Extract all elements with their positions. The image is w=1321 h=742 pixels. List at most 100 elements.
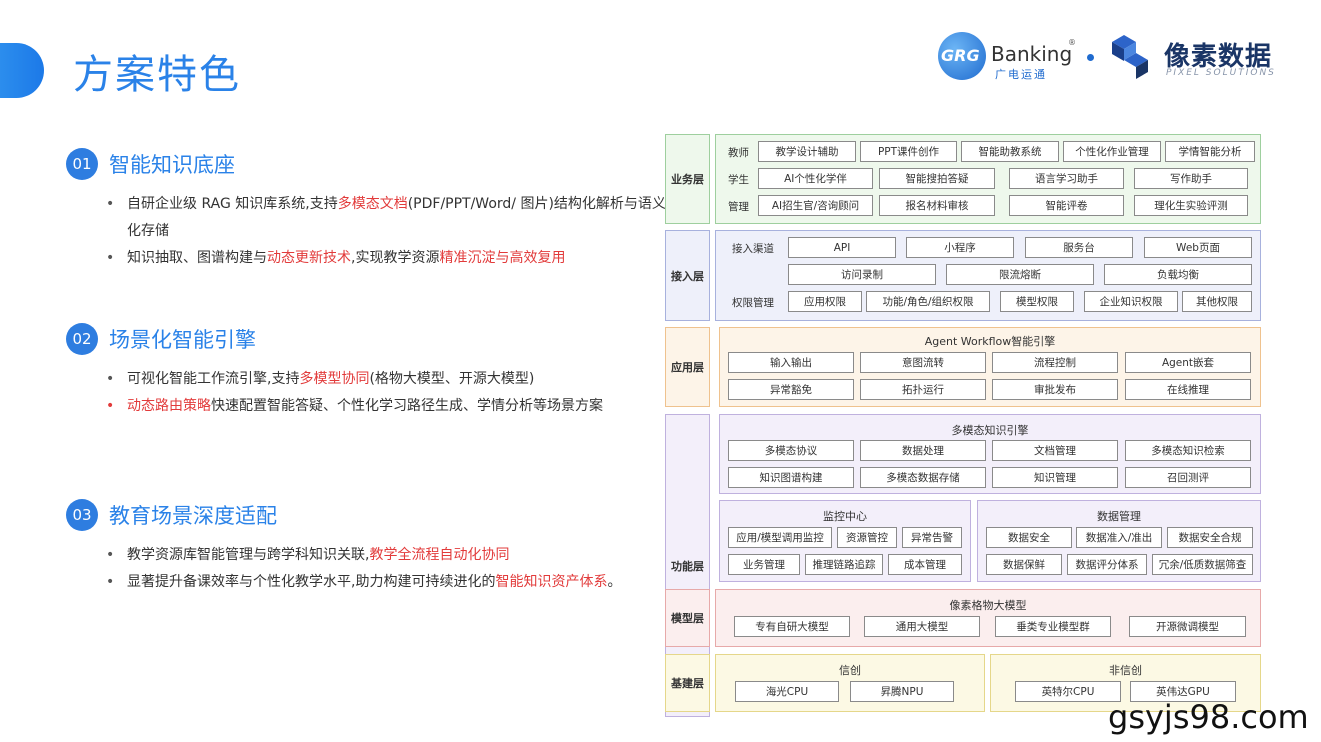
xinchuang-title: 信创 (839, 664, 861, 677)
access-chip: 服务台 (1025, 237, 1133, 258)
permission-chip: 企业知识权限 (1084, 291, 1178, 312)
layer-application: Agent Workflow智能引擎 输入输出 意图流转 流程控制 Agent嵌… (719, 327, 1261, 407)
business-chip: 理化生实验评测 (1134, 195, 1248, 216)
feature-section-02: 02 场景化智能引擎 可视化智能工作流引擎,支持多模型协同(格物大模型、开源大模… (66, 322, 666, 420)
bullet-text: 可视化智能工作流引擎,支持 (127, 371, 300, 387)
monitor-chip: 业务管理 (728, 554, 800, 575)
highlighted-text: 多模型协同 (299, 371, 370, 387)
monitor-chip: 资源管控 (837, 527, 897, 548)
access-chip: 限流熔断 (946, 264, 1094, 285)
function-chip: 多模态知识检索 (1125, 440, 1251, 461)
function-chip: 多模态数据存储 (860, 467, 986, 488)
access-chip: API (788, 237, 896, 258)
app-chip: 输入输出 (728, 352, 854, 373)
feature-bullet: 知识抽取、图谱构建与动态更新技术,实现教学资源精准沉淀与高效复用 (66, 245, 666, 272)
section-title: 场景化智能引擎 (109, 328, 256, 352)
data-chip: 数据安全 (986, 527, 1072, 548)
data-chip: 冗余/低质数据筛查 (1152, 554, 1253, 575)
section-number-badge: 03 (66, 499, 98, 531)
layer-label-model: 模型层 (665, 589, 710, 647)
function-chip: 文档管理 (992, 440, 1118, 461)
monitor-chip: 推理链路追踪 (805, 554, 883, 575)
feature-bullet: 动态路由策略快速配置智能答疑、个性化学习路径生成、学情分析等场景方案 (66, 393, 666, 420)
app-chip: 在线推理 (1125, 379, 1251, 400)
layer-label-access: 接入层 (665, 230, 710, 321)
layer-business: 教师 学生 管理 教学设计辅助 PPT课件创作 智能助教系统 个性化作业管理 学… (715, 134, 1261, 224)
app-chip: 意图流转 (860, 352, 986, 373)
section-number-badge: 02 (66, 323, 98, 355)
business-chip: 智能搜拍答疑 (879, 168, 995, 189)
data-management-title: 数据管理 (1097, 510, 1141, 523)
business-chip: PPT课件创作 (860, 141, 957, 162)
infra-chip: 昇腾NPU (850, 681, 954, 702)
infra-chip: 海光CPU (735, 681, 839, 702)
row-label-teacher: 教师 (728, 147, 749, 159)
monitor-chip: 成本管理 (888, 554, 962, 575)
bullet-text: ,实现教学资源 (351, 250, 440, 266)
model-chip: 开源微调模型 (1129, 616, 1246, 637)
access-chip: 访问录制 (788, 264, 936, 285)
app-chip: 拓扑运行 (860, 379, 986, 400)
layer-label-business: 业务层 (665, 134, 710, 224)
highlighted-text: 动态更新技术 (267, 250, 351, 266)
highlighted-text: 教学全流程自动化协同 (369, 547, 510, 563)
bullet-text: 。 (607, 574, 622, 590)
layer-access: 接入渠道 API 小程序 服务台 Web页面 访问录制 限流熔断 负载均衡 权限… (715, 230, 1261, 321)
model-layer-title: 像素格物大模型 (949, 599, 1027, 612)
function-chip: 数据处理 (860, 440, 986, 461)
feature-bullet: 可视化智能工作流引擎,支持多模型协同(格物大模型、开源大模型) (66, 366, 666, 393)
business-chip: 智能评卷 (1009, 195, 1124, 216)
banking-logo-text: Banking (991, 42, 1073, 66)
app-chip: 流程控制 (992, 352, 1118, 373)
monitoring-center-title: 监控中心 (823, 510, 867, 523)
app-chip: 审批发布 (992, 379, 1118, 400)
knowledge-engine-title: 多模态知识引擎 (951, 424, 1029, 437)
layer-model: 像素格物大模型 专有自研大模型 通用大模型 垂类专业模型群 开源微调模型 (715, 589, 1261, 647)
feature-section-01: 01 智能知识底座 自研企业级 RAG 知识库系统,支持多模态文档(PDF/PP… (66, 147, 666, 272)
access-chip: Web页面 (1144, 237, 1252, 258)
bullet-text: (格物大模型、开源大模型) (369, 371, 535, 387)
access-chip: 小程序 (906, 237, 1014, 258)
row-label-permissions: 权限管理 (732, 297, 774, 309)
function-chip: 多模态协议 (728, 440, 854, 461)
feature-bullet: 自研企业级 RAG 知识库系统,支持多模态文档(PDF/PPT/Word/ 图片… (66, 191, 666, 245)
watermark-text: gsyjs98.com (1108, 698, 1309, 736)
bullet-text: 快速配置智能答疑、个性化学习路径生成、学情分析等场景方案 (211, 398, 603, 414)
app-chip: 异常豁免 (728, 379, 854, 400)
architecture-diagram: 业务层 教师 学生 管理 教学设计辅助 PPT课件创作 智能助教系统 个性化作业… (665, 134, 1263, 717)
feature-bullet: 显著提升备课效率与个性化教学水平,助力构建可持续进化的智能知识资产体系。 (66, 569, 666, 596)
bullet-text: 自研企业级 RAG 知识库系统,支持 (127, 196, 338, 212)
highlighted-text: 智能知识资产体系 (495, 574, 608, 590)
multimodal-knowledge-engine: 多模态知识引擎 多模态协议 数据处理 文档管理 多模态知识检索 知识图谱构建 多… (719, 414, 1261, 494)
business-chip: 教学设计辅助 (758, 141, 856, 162)
function-chip: 知识图谱构建 (728, 467, 854, 488)
business-chip: 个性化作业管理 (1063, 141, 1161, 162)
title-accent-tab (0, 43, 44, 98)
business-chip: 智能助教系统 (961, 141, 1059, 162)
permission-chip: 其他权限 (1182, 291, 1252, 312)
section-number-badge: 01 (66, 148, 98, 180)
layer-label-application: 应用层 (665, 327, 710, 407)
bullet-text: 教学资源库智能管理与跨学科知识关联, (127, 547, 370, 563)
page-title: 方案特色 (73, 52, 241, 98)
monitoring-center: 监控中心 应用/模型调用监控 资源管控 异常告警 业务管理 推理链路追踪 成本管… (719, 500, 971, 582)
function-chip: 知识管理 (992, 467, 1118, 488)
grg-logo-text: GRG (941, 46, 980, 65)
layer-label-infrastructure: 基建层 (665, 654, 710, 712)
access-chip: 负载均衡 (1104, 264, 1252, 285)
section-title: 智能知识底座 (109, 153, 235, 177)
row-label-admin: 管理 (728, 201, 749, 213)
non-xinchuang-title: 非信创 (1109, 664, 1142, 677)
business-chip: 语言学习助手 (1009, 168, 1124, 189)
grg-logo-chinese: 广电运通 (995, 68, 1047, 81)
section-title: 教育场景深度适配 (109, 504, 277, 528)
data-chip: 数据保鲜 (986, 554, 1062, 575)
logo-separator-dot (1087, 54, 1094, 61)
monitor-chip: 异常告警 (902, 527, 962, 548)
model-chip: 专有自研大模型 (734, 616, 850, 637)
model-chip: 垂类专业模型群 (995, 616, 1111, 637)
feature-section-03: 03 教育场景深度适配 教学资源库智能管理与跨学科知识关联,教学全流程自动化协同… (66, 498, 666, 596)
data-management: 数据管理 数据安全 数据准入/准出 数据安全合规 数据保鲜 数据评分体系 冗余/… (977, 500, 1261, 582)
bullet-text: 知识抽取、图谱构建与 (127, 250, 267, 266)
business-chip: AI招生官/咨询顾问 (758, 195, 873, 216)
